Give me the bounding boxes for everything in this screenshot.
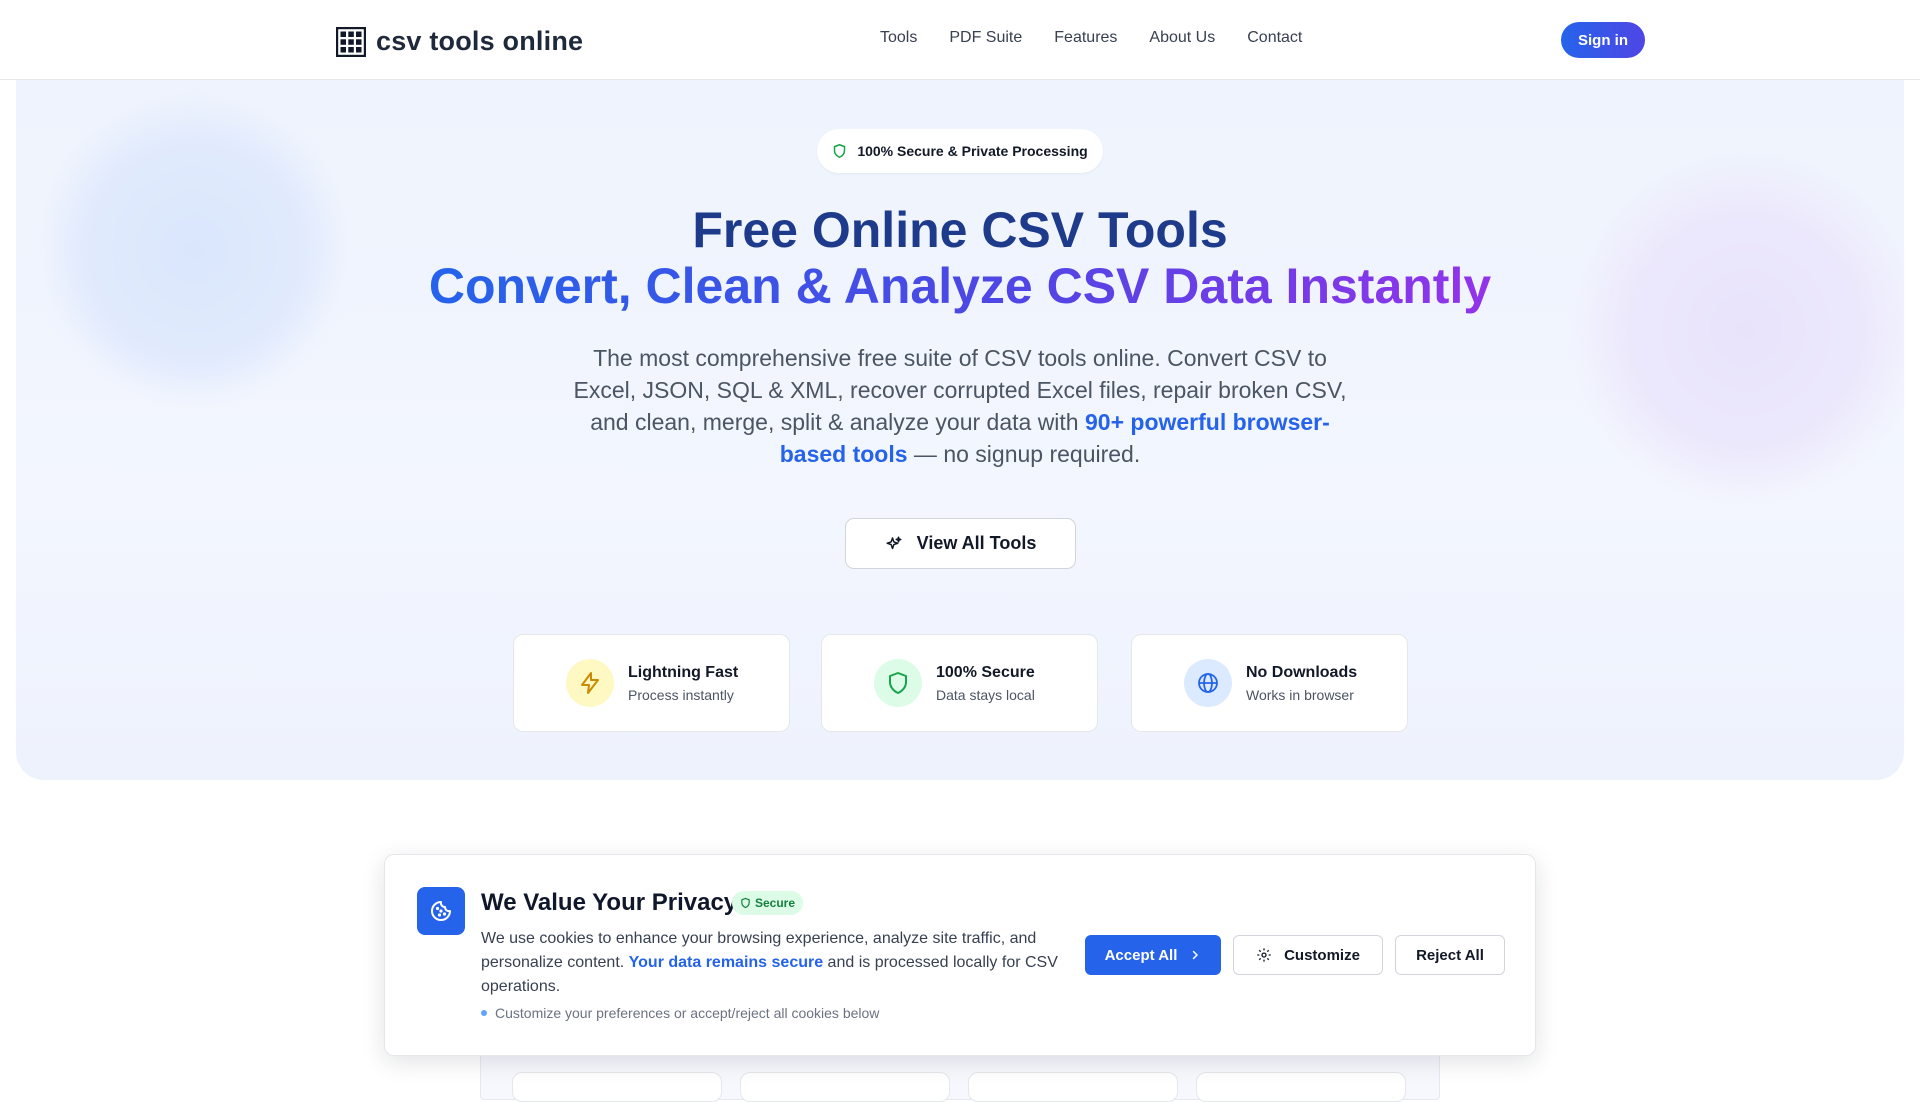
secure-processing-badge: 100% Secure & Private Processing — [817, 129, 1103, 173]
site-logo[interactable]: csv tools online — [336, 26, 583, 57]
logo-text: csv tools online — [376, 26, 584, 56]
nav-link-pdf-suite[interactable]: PDF Suite — [949, 29, 1022, 47]
globe-icon — [1198, 673, 1218, 693]
content-card — [968, 1072, 1178, 1102]
feature-text: Lightning Fast Process instantly — [628, 664, 738, 703]
lightning-icon — [581, 672, 599, 694]
sign-in-button[interactable]: Sign in — [1561, 22, 1645, 58]
accept-all-label: Accept All — [1104, 946, 1178, 964]
nav-link-tools[interactable]: Tools — [880, 29, 917, 47]
badge-text: 100% Secure & Private Processing — [857, 143, 1088, 159]
cookie-note: Customize your preferences or accept/rej… — [481, 1005, 879, 1021]
feature-card-no-downloads: No Downloads Works in browser — [1131, 634, 1408, 732]
feature-subtitle: Works in browser — [1246, 686, 1354, 703]
customize-button[interactable]: Customize — [1233, 935, 1383, 975]
main-nav: Tools PDF Suite Features About Us Contac… — [880, 29, 1302, 47]
hero-subtitle: The most comprehensive free suite of CSV… — [570, 342, 1350, 470]
lightning-icon-wrap — [566, 659, 614, 707]
shield-icon-wrap — [874, 659, 922, 707]
shield-icon — [741, 897, 750, 909]
hero-title-line1: Free Online CSV Tools — [692, 202, 1228, 258]
globe-icon-wrap — [1184, 659, 1232, 707]
grid-logo-icon — [336, 26, 366, 57]
feature-title: Lightning Fast — [628, 663, 739, 681]
shield-icon — [834, 144, 846, 158]
feature-title: No Downloads — [1246, 663, 1358, 681]
view-all-tools-label: View All Tools — [916, 533, 1037, 553]
feature-title: 100% Secure — [936, 663, 1035, 681]
view-all-tools-button[interactable]: View All Tools — [845, 518, 1076, 569]
reject-all-button[interactable]: Reject All — [1395, 935, 1505, 975]
customize-label: Customize — [1284, 946, 1360, 964]
cookie-consent-banner: We Value Your Privacy Secure We use cook… — [384, 854, 1536, 1056]
feature-card-secure: 100% Secure Data stays local — [821, 634, 1098, 732]
cookie-text-highlight: Your data remains secure — [628, 954, 824, 971]
feature-text: No Downloads Works in browser — [1246, 664, 1357, 703]
chevron-right-icon — [1193, 950, 1199, 960]
nav-link-features[interactable]: Features — [1054, 29, 1117, 47]
cookie-icon-wrap — [417, 887, 465, 935]
feature-text: 100% Secure Data stays local — [936, 664, 1035, 703]
shield-icon — [889, 672, 907, 694]
top-navbar: csv tools online Tools PDF Suite Feature… — [0, 0, 1920, 80]
hero-title-gradient-text: Convert, Clean & Analyze CSV Data Instan… — [428, 258, 1492, 314]
cookie-title: We Value Your Privacy — [481, 889, 738, 916]
sparkles-icon — [886, 536, 902, 549]
feature-subtitle: Process instantly — [628, 686, 734, 703]
content-card — [1196, 1072, 1406, 1102]
secure-badge-text: Secure — [755, 896, 796, 910]
subtitle-text-end: — no signup required. — [907, 441, 1141, 467]
nav-link-about-us[interactable]: About Us — [1149, 29, 1215, 47]
nav-link-contact[interactable]: Contact — [1247, 29, 1302, 47]
gear-icon — [1257, 948, 1271, 962]
content-card — [740, 1072, 950, 1102]
hero-title-line2: Convert, Clean & Analyze CSV Data Instan… — [0, 258, 1920, 314]
secure-badge: Secure — [732, 891, 804, 915]
feature-card-lightning-fast: Lightning Fast Process instantly — [513, 634, 790, 732]
content-card — [512, 1072, 722, 1102]
cookie-description: We use cookies to enhance your browsing … — [481, 927, 1061, 999]
accept-all-button[interactable]: Accept All — [1085, 935, 1221, 975]
bullet-dot — [481, 1010, 487, 1016]
cookie-note-text: Customize your preferences or accept/rej… — [495, 1005, 880, 1021]
feature-subtitle: Data stays local — [936, 686, 1035, 703]
cookie-icon — [431, 901, 451, 921]
